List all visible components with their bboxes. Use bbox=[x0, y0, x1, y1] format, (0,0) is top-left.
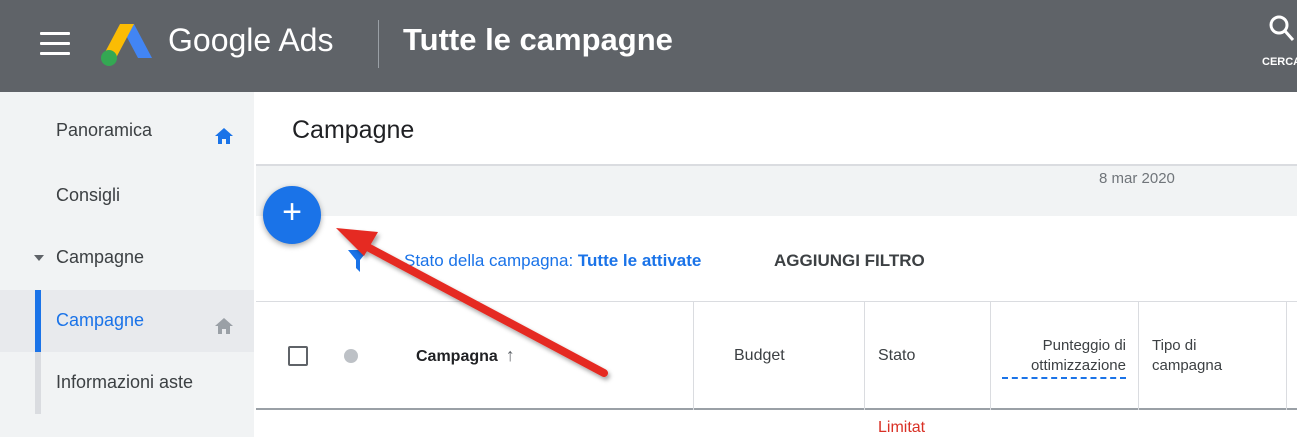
main-header: Campagne bbox=[256, 92, 1297, 166]
filter-prefix: Stato della campagna: bbox=[404, 251, 578, 270]
column-header-line: ottimizzazione bbox=[1002, 356, 1126, 379]
sidebar-item-consigli[interactable]: Consigli bbox=[0, 165, 254, 227]
search-icon[interactable] bbox=[1268, 14, 1294, 42]
sidebar-group-campagne[interactable]: Campagne bbox=[0, 227, 254, 289]
sidebar-item-panoramica[interactable]: Panoramica bbox=[0, 100, 254, 162]
header-divider bbox=[378, 20, 379, 68]
column-header-label: Campagna bbox=[416, 348, 498, 365]
column-header-punteggio[interactable]: Punteggio di ottimizzazione bbox=[1002, 336, 1126, 379]
filter-icon[interactable] bbox=[348, 250, 368, 272]
home-icon bbox=[215, 318, 233, 334]
hamburger-menu-icon[interactable] bbox=[40, 32, 70, 56]
column-header-line: Punteggio di bbox=[1042, 337, 1126, 354]
nav-track bbox=[35, 352, 41, 414]
column-header-stato[interactable]: Stato bbox=[878, 347, 915, 365]
select-all-checkbox[interactable] bbox=[288, 346, 308, 366]
column-header-tipo[interactable]: Tipo di campagna bbox=[1152, 336, 1222, 376]
google-ads-logo bbox=[101, 24, 152, 66]
home-icon bbox=[215, 128, 233, 144]
filter-value: Tutte le attivate bbox=[577, 251, 702, 270]
sidebar-item-label: Campagne bbox=[56, 310, 145, 330]
brand-name: Google Ads bbox=[168, 22, 334, 58]
sidebar-item-label: Consigli bbox=[56, 185, 121, 205]
sidebar-item-label: Panoramica bbox=[56, 120, 153, 140]
filter-bar: Stato della campagna: Tutte le attivate … bbox=[256, 216, 1297, 302]
add-filter-button[interactable]: AGGIUNGI FILTRO bbox=[774, 251, 925, 271]
column-header-line: Tipo di bbox=[1152, 337, 1197, 354]
section-title: Campagne bbox=[292, 116, 415, 144]
table-header: Campagna ↑ Budget Stato Punteggio di otti… bbox=[256, 302, 1297, 437]
page-title: Tutte le campagne bbox=[403, 22, 673, 57]
top-app-bar: Google Ads Tutte le campagne CERCA bbox=[0, 0, 1297, 92]
sidebar-item-label: Informazioni aste bbox=[56, 372, 194, 392]
date-bar: 8 mar 2020 bbox=[256, 166, 1297, 216]
selected-indicator bbox=[35, 290, 41, 352]
column-header-campagna[interactable]: Campagna ↑ bbox=[416, 345, 515, 366]
date-range[interactable]: 8 mar 2020 bbox=[1099, 170, 1175, 187]
plus-icon: + bbox=[282, 193, 302, 231]
sort-arrow-up-icon: ↑ bbox=[505, 345, 515, 365]
sidebar-item-label: Campagne bbox=[56, 247, 145, 267]
campaign-status-filter[interactable]: Stato della campagna: Tutte le attivate bbox=[404, 251, 701, 271]
status-cell: Limitat bbox=[878, 419, 926, 436]
caret-down-icon bbox=[34, 255, 44, 261]
column-header-line: campagna bbox=[1152, 357, 1223, 374]
search-label[interactable]: CERCA bbox=[1262, 56, 1297, 68]
status-dot-icon bbox=[344, 349, 358, 363]
column-header-budget[interactable]: Budget bbox=[734, 347, 785, 365]
table-row[interactable]: Limitat bbox=[256, 410, 1297, 437]
add-campaign-button[interactable]: + bbox=[263, 186, 321, 244]
